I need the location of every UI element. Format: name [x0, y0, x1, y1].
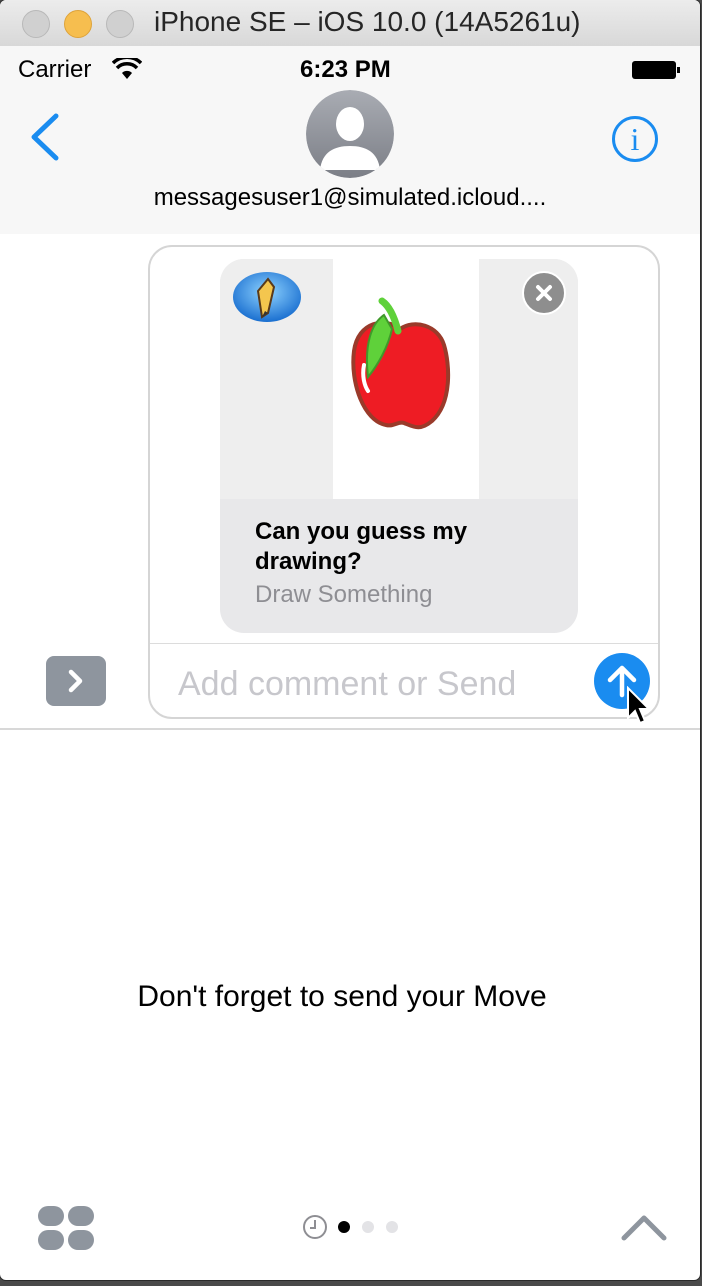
minimize-window-button[interactable] [64, 10, 92, 38]
expand-apps-button[interactable] [46, 656, 106, 706]
card-app-name: Draw Something [255, 581, 433, 608]
zoom-window-button[interactable] [106, 10, 134, 38]
apple-drawing [351, 297, 451, 430]
battery-icon [632, 61, 680, 79]
back-chevron-icon[interactable] [28, 112, 62, 162]
app-drawer-icon[interactable] [38, 1206, 96, 1252]
card-caption: Can you guess my drawing? [255, 518, 468, 575]
drawing-preview [220, 259, 578, 499]
close-window-button[interactable] [22, 10, 50, 38]
contact-name[interactable]: messagesuser1@simulated.icloud.... [0, 184, 700, 212]
window-titlebar: iPhone SE – iOS 10.0 (14A5261u) [0, 0, 700, 47]
page-dot[interactable] [386, 1221, 398, 1233]
compose-bubble: Can you guess my drawing? Draw Something… [148, 245, 660, 719]
mouse-pointer-icon [627, 686, 652, 725]
chevron-right-icon [68, 669, 83, 693]
carrier-label: Carrier [18, 56, 92, 83]
simulator-window: iPhone SE – iOS 10.0 (14A5261u) Carrier … [0, 0, 700, 1280]
info-icon[interactable]: i [612, 116, 658, 162]
recents-clock-icon[interactable] [302, 1214, 328, 1240]
window-title: iPhone SE – iOS 10.0 (14A5261u) [154, 6, 581, 37]
drawer-message: Don't forget to send your Move [137, 980, 547, 1013]
comment-input[interactable]: Add comment or Send [178, 665, 516, 704]
contact-avatar[interactable] [306, 90, 394, 178]
draw-something-app-icon [233, 272, 301, 322]
imessage-app-card[interactable]: Can you guess my drawing? Draw Something [220, 259, 578, 633]
compose-divider [150, 643, 658, 644]
wifi-icon [112, 58, 142, 79]
dismiss-card-button[interactable] [522, 271, 566, 315]
chevron-up-icon[interactable] [620, 1212, 668, 1242]
page-dot[interactable] [338, 1221, 350, 1233]
close-icon [536, 285, 552, 301]
conversation-header: i messagesuser1@simulated.icloud.... [0, 90, 700, 234]
status-bar: Carrier 6:23 PM [0, 46, 700, 94]
page-dot[interactable] [362, 1221, 374, 1233]
drawer-separator [0, 728, 700, 730]
clock: 6:23 PM [300, 56, 391, 83]
